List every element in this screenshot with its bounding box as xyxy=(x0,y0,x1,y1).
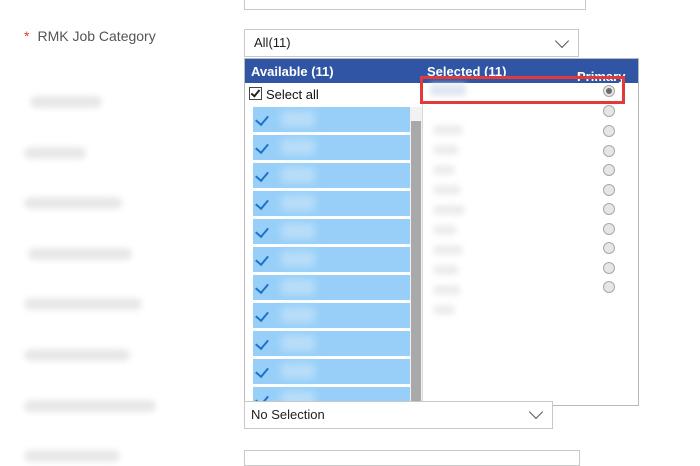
select-all-label: Select all xyxy=(266,87,319,102)
blurred-item-text xyxy=(281,167,315,183)
available-item[interactable] xyxy=(253,331,410,359)
selected-item[interactable] xyxy=(433,185,461,195)
blurred-label xyxy=(24,400,156,412)
job-category-value: All(11) xyxy=(254,35,291,50)
primary-radio[interactable] xyxy=(603,145,615,157)
selected-item[interactable] xyxy=(433,285,461,295)
blurred-label xyxy=(30,96,102,108)
blurred-label xyxy=(24,147,86,159)
blurred-item-text xyxy=(281,139,315,155)
highlight-box xyxy=(420,76,625,104)
selected-item[interactable] xyxy=(433,125,463,135)
blurred-item-text xyxy=(281,223,315,239)
primary-radio[interactable] xyxy=(603,281,615,293)
check-icon xyxy=(255,363,269,379)
blurred-label xyxy=(24,450,120,462)
available-item[interactable] xyxy=(253,303,410,331)
available-item[interactable] xyxy=(253,219,410,247)
available-list xyxy=(253,107,410,405)
check-icon xyxy=(255,251,269,267)
selected-item[interactable] xyxy=(433,245,463,255)
available-item[interactable] xyxy=(253,135,410,163)
check-icon xyxy=(255,111,269,127)
blurred-label xyxy=(24,298,142,310)
available-item[interactable] xyxy=(253,359,410,387)
primary-radio[interactable] xyxy=(603,242,615,254)
blurred-label xyxy=(24,197,122,209)
blurred-label xyxy=(28,248,132,260)
check-icon xyxy=(255,195,269,211)
selected-item[interactable] xyxy=(433,165,455,175)
selected-item[interactable] xyxy=(433,145,459,155)
available-item[interactable] xyxy=(253,107,410,135)
blurred-label xyxy=(24,349,130,361)
job-category-label: * RMK Job Category xyxy=(24,28,156,44)
primary-radio[interactable] xyxy=(603,105,615,117)
job-category-dropdown: Available (11) Selected (11) * Primary Se… xyxy=(244,58,639,406)
available-item[interactable] xyxy=(253,275,410,303)
job-category-select[interactable]: All(11) xyxy=(244,29,579,57)
checkbox-checked-icon xyxy=(249,87,262,100)
primary-radio[interactable] xyxy=(603,203,615,215)
column-divider xyxy=(422,83,423,405)
available-item[interactable] xyxy=(253,163,410,191)
check-icon xyxy=(255,223,269,239)
check-icon xyxy=(255,139,269,155)
available-item[interactable] xyxy=(253,191,410,219)
check-icon xyxy=(255,167,269,183)
blurred-item-text xyxy=(281,307,315,323)
chevron-down-icon xyxy=(554,33,570,49)
blurred-item-text xyxy=(281,279,315,295)
available-item[interactable] xyxy=(253,247,410,275)
primary-radio[interactable] xyxy=(603,125,615,137)
blurred-item-text xyxy=(281,251,315,267)
check-icon xyxy=(255,335,269,351)
primary-radio[interactable] xyxy=(603,262,615,274)
required-mark: * xyxy=(24,28,30,44)
scrollbar-thumb[interactable] xyxy=(411,121,421,405)
blurred-item-text xyxy=(281,195,315,211)
select-value: No Selection xyxy=(251,407,325,422)
selected-item[interactable] xyxy=(433,265,459,275)
selected-item[interactable] xyxy=(433,225,457,235)
chevron-down-icon xyxy=(528,404,544,420)
employee-field-select[interactable]: No Selection xyxy=(244,401,553,429)
blurred-item-text xyxy=(281,363,315,379)
blurred-item-text xyxy=(281,335,315,351)
blurred-item-text xyxy=(281,111,315,127)
primary-radio[interactable] xyxy=(603,223,615,235)
select-all-checkbox[interactable]: Select all xyxy=(249,87,319,102)
check-icon xyxy=(255,279,269,295)
primary-radio[interactable] xyxy=(603,184,615,196)
next-field[interactable] xyxy=(244,450,580,466)
selected-item[interactable] xyxy=(433,205,465,215)
previous-field[interactable] xyxy=(244,0,586,10)
selected-item[interactable] xyxy=(433,305,455,315)
job-category-label-text: RMK Job Category xyxy=(37,28,156,44)
primary-radio[interactable] xyxy=(603,164,615,176)
check-icon xyxy=(255,307,269,323)
available-header: Available (11) xyxy=(251,64,334,79)
